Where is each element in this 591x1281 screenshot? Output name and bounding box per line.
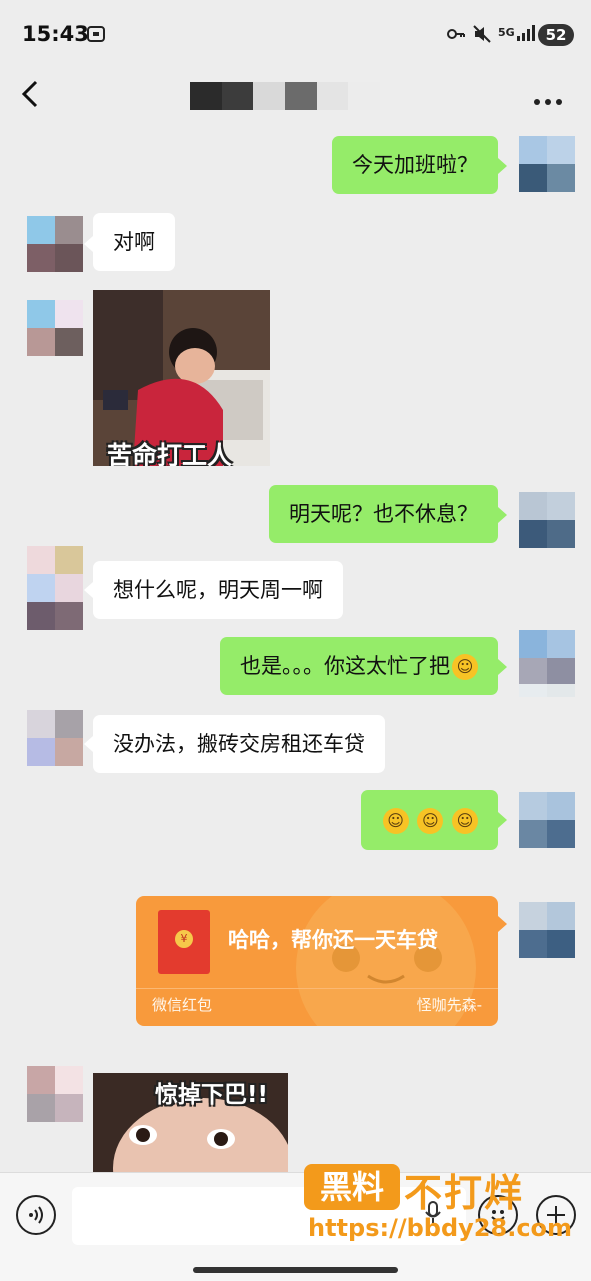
- my-avatar[interactable]: [519, 792, 575, 848]
- message-bubble[interactable]: 对啊: [93, 213, 175, 271]
- grin-sweat-emoji: ☺: [452, 808, 478, 834]
- message-bubble[interactable]: 今天加班啦？: [332, 136, 498, 194]
- more-button[interactable]: [533, 84, 563, 112]
- watermark-box-text: 黑料: [304, 1164, 400, 1210]
- status-bar: 15:43 5G 52: [0, 0, 591, 68]
- message-text: 对啊: [113, 230, 155, 254]
- my-avatar[interactable]: [519, 902, 575, 958]
- battery-level: 52: [538, 24, 574, 46]
- sticker-caption: 苦命打工人: [107, 441, 233, 466]
- message-bubble[interactable]: 也是。。。你这太忙了把 ☺: [220, 637, 498, 695]
- voice-button[interactable]: [16, 1195, 56, 1235]
- contact-avatar[interactable]: [27, 710, 83, 766]
- message-bubble[interactable]: 没办法，搬砖交房租还车贷: [93, 715, 385, 773]
- watermark-text: 不打烊: [404, 1171, 525, 1215]
- back-button[interactable]: [20, 78, 40, 119]
- contact-avatar[interactable]: [27, 300, 83, 356]
- red-packet-sender: 怪咖先森-: [416, 996, 482, 1014]
- message-bubble[interactable]: 明天呢？也不休息？: [269, 485, 498, 543]
- sticker-image[interactable]: 惊掉下巴!!: [93, 1073, 288, 1172]
- status-time: 15:43: [22, 22, 89, 46]
- grin-sweat-emoji: ☺: [417, 808, 444, 834]
- red-packet-text: 哈哈，帮你还一天车贷: [228, 928, 438, 952]
- home-indicator: [193, 1267, 398, 1273]
- contact-avatar[interactable]: [27, 1066, 83, 1122]
- message-text: 想什么呢，明天周一啊: [113, 578, 323, 602]
- my-avatar[interactable]: [519, 630, 575, 686]
- chat-header: [0, 68, 591, 130]
- message-bubble[interactable]: 想什么呢，明天周一啊: [93, 561, 343, 619]
- contact-avatar[interactable]: [27, 216, 83, 272]
- message-text: 也是。。。你这太忙了把: [240, 654, 450, 678]
- message-text: 没办法，搬砖交房租还车贷: [113, 732, 365, 756]
- chat-title-blurred: [190, 82, 381, 110]
- watermark: 黑料 不打烊 https://bbdy28.com: [304, 1164, 574, 1248]
- sticker-caption: 惊掉下巴!!: [155, 1082, 268, 1108]
- message-bubble[interactable]: ☺ ☺ ☺: [360, 790, 498, 850]
- screen-record-icon: [86, 24, 106, 48]
- my-avatar[interactable]: [519, 492, 575, 548]
- grin-sweat-emoji: ☺: [382, 808, 409, 834]
- sticker-image[interactable]: 苦命打工人: [93, 290, 270, 466]
- key-icon: [446, 24, 466, 48]
- signal-icon: [516, 24, 536, 46]
- chevron-left-icon: [21, 80, 38, 108]
- red-envelope-icon: ¥: [158, 910, 210, 974]
- watermark-url: https://bbdy28.com: [308, 1214, 573, 1242]
- 5g-icon: 5G: [498, 26, 515, 39]
- my-avatar[interactable]: [519, 136, 575, 192]
- red-packet-label: 微信红包: [152, 996, 213, 1014]
- more-dots-icon: [534, 99, 562, 105]
- message-text: 今天加班啦？: [352, 153, 478, 177]
- message-text: 明天呢？也不休息？: [289, 502, 478, 526]
- chat-messages[interactable]: 今天加班啦？ 对啊 苦命打工人 明天呢？也不休息？ 想什么呢，明天周一啊 也是。…: [0, 130, 591, 1172]
- voice-icon: [29, 1206, 43, 1224]
- mute-icon: [472, 24, 492, 48]
- red-packet-message[interactable]: ¥ 哈哈，帮你还一天车贷 微信红包 怪咖先森-: [136, 896, 498, 1026]
- grin-sweat-emoji: ☺: [452, 654, 478, 680]
